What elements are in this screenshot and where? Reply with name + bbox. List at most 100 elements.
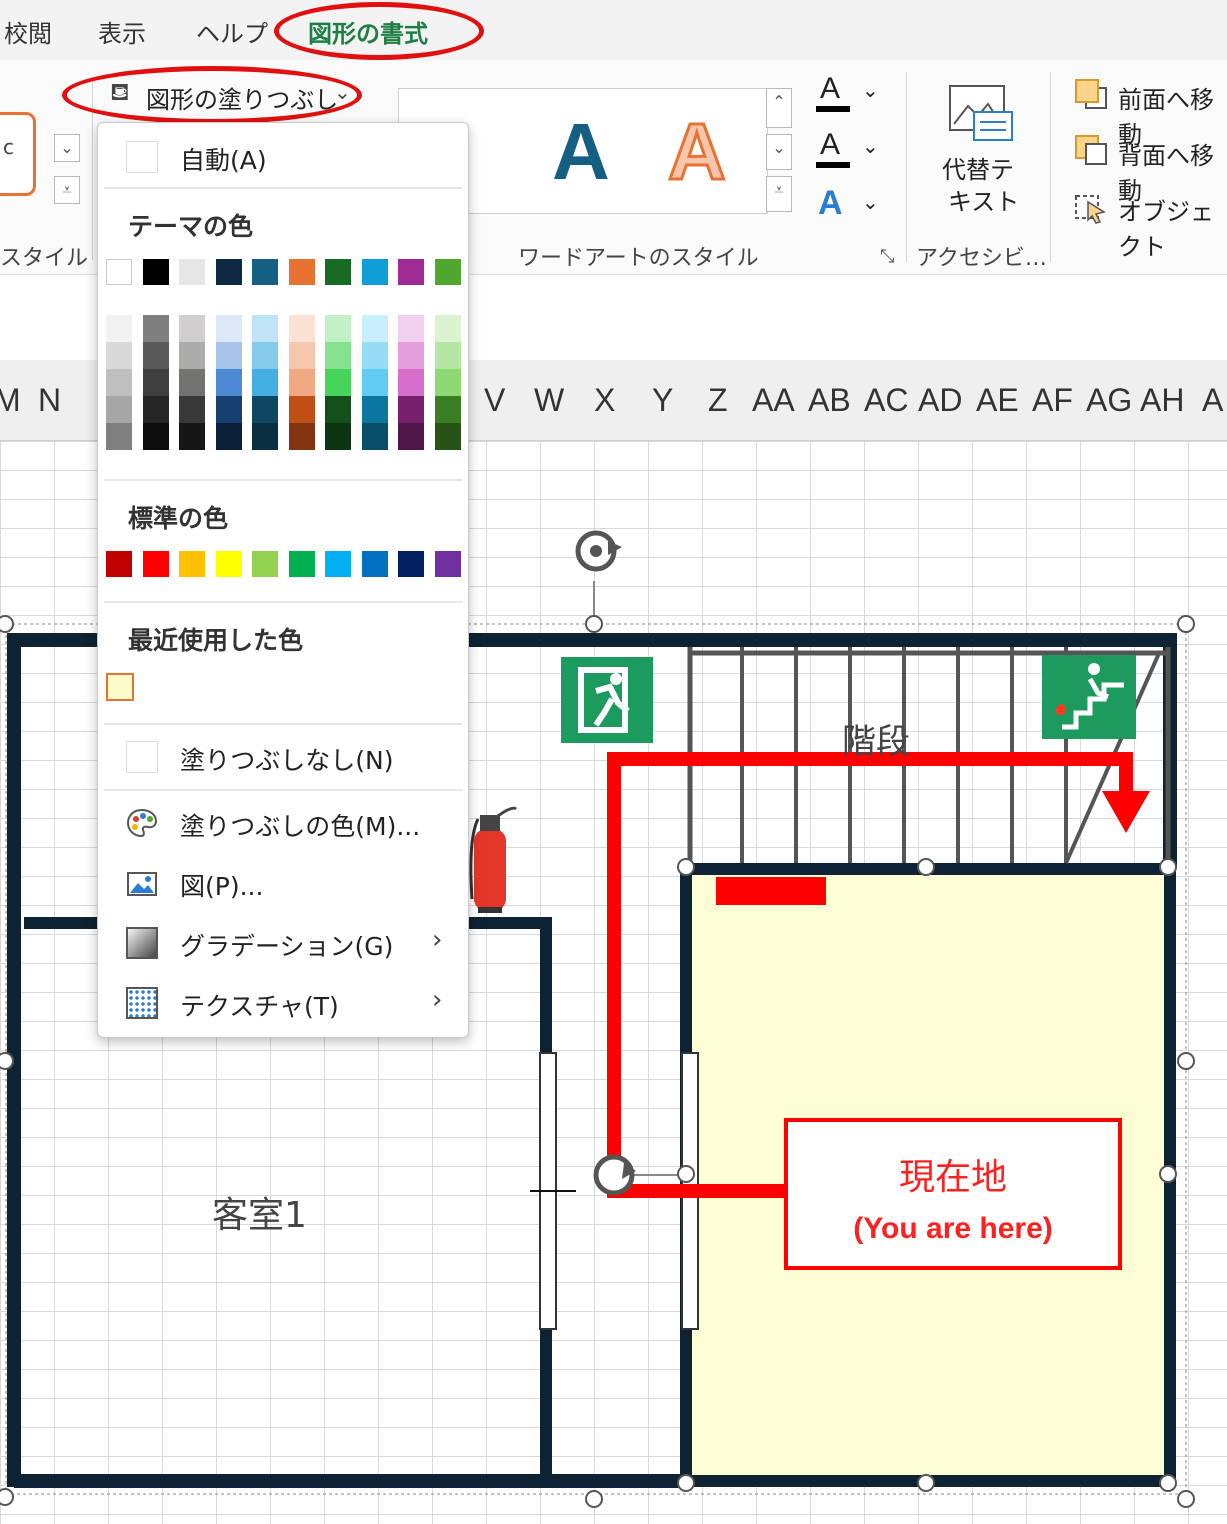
column-header[interactable]: AB xyxy=(808,382,851,419)
text-fill-button[interactable]: A ⌄ xyxy=(812,72,882,116)
theme-shade-swatch[interactable] xyxy=(361,369,388,396)
theme-shade-swatch[interactable] xyxy=(179,342,205,369)
menu-item-auto[interactable]: 自動(A) xyxy=(98,129,468,185)
theme-shade-swatch[interactable] xyxy=(325,342,351,369)
theme-shade-swatch[interactable] xyxy=(288,396,315,423)
column-header[interactable]: A xyxy=(1202,382,1223,419)
theme-shade-swatch[interactable] xyxy=(142,315,169,342)
style-scroll-down-button[interactable]: ⌄ xyxy=(54,134,80,162)
theme-shade-swatch[interactable] xyxy=(361,315,388,342)
theme-shade-swatch[interactable] xyxy=(434,315,461,342)
theme-shade-swatch[interactable] xyxy=(106,342,132,369)
resize-handle[interactable] xyxy=(1177,1052,1195,1070)
resize-handle[interactable] xyxy=(585,615,603,633)
theme-color-swatch[interactable] xyxy=(361,259,388,285)
theme-color-swatch[interactable] xyxy=(142,259,169,285)
column-header[interactable]: AD xyxy=(918,382,962,419)
column-header[interactable]: V xyxy=(484,382,505,419)
theme-shade-swatch[interactable] xyxy=(325,423,351,450)
column-header[interactable]: AG xyxy=(1086,382,1132,419)
theme-shade-swatch[interactable] xyxy=(398,396,424,423)
theme-shade-swatch[interactable] xyxy=(325,369,351,396)
standard-color-swatch[interactable] xyxy=(142,551,169,577)
theme-shade-swatch[interactable] xyxy=(142,369,169,396)
standard-color-swatch[interactable] xyxy=(398,551,424,577)
theme-shade-swatch[interactable] xyxy=(142,342,169,369)
theme-color-swatch[interactable] xyxy=(288,259,315,285)
theme-shade-swatch[interactable] xyxy=(179,315,205,342)
current-location-callout[interactable]: 現在地 (You are here) xyxy=(784,1118,1122,1270)
standard-color-swatch[interactable] xyxy=(434,551,461,577)
theme-shade-swatch[interactable] xyxy=(398,369,424,396)
standard-color-swatch[interactable] xyxy=(361,551,388,577)
theme-shade-swatch[interactable] xyxy=(106,423,132,450)
theme-shade-swatch[interactable] xyxy=(215,396,242,423)
theme-shade-swatch[interactable] xyxy=(398,315,424,342)
send-backward-button[interactable]: 背面へ移動 xyxy=(1074,134,1227,205)
resize-handle[interactable] xyxy=(677,1474,695,1492)
theme-shade-swatch[interactable] xyxy=(106,369,132,396)
theme-shade-swatch[interactable] xyxy=(434,369,461,396)
shape-style-preview[interactable]: c xyxy=(0,112,36,196)
column-header[interactable]: AF xyxy=(1032,382,1073,419)
resize-handle[interactable] xyxy=(677,858,695,876)
column-header[interactable]: AC xyxy=(864,382,908,419)
theme-shade-swatch[interactable] xyxy=(288,342,315,369)
theme-shade-swatch[interactable] xyxy=(252,369,278,396)
theme-shade-swatch[interactable] xyxy=(288,315,315,342)
theme-color-swatch[interactable] xyxy=(325,259,351,285)
theme-shade-swatch[interactable] xyxy=(179,396,205,423)
resize-handle[interactable] xyxy=(1177,1490,1195,1508)
column-header[interactable]: AE xyxy=(976,382,1019,419)
rotate-handle-icon[interactable] xyxy=(593,1154,636,1196)
theme-shade-swatch[interactable] xyxy=(106,315,132,342)
theme-shade-swatch[interactable] xyxy=(252,342,278,369)
theme-shade-swatch[interactable] xyxy=(288,369,315,396)
theme-shade-swatch[interactable] xyxy=(215,369,242,396)
theme-shade-swatch[interactable] xyxy=(179,369,205,396)
resize-handle[interactable] xyxy=(1177,615,1195,633)
column-header[interactable]: AH xyxy=(1140,382,1184,419)
tab-review[interactable]: 校閲 xyxy=(4,14,52,49)
style-more-button[interactable]: ⩡ xyxy=(54,176,80,204)
wordart-scroll-down-button[interactable]: ⌄ xyxy=(766,134,792,170)
resize-handle[interactable] xyxy=(917,858,935,876)
theme-shade-swatch[interactable] xyxy=(361,342,388,369)
column-header[interactable]: X xyxy=(594,382,615,419)
theme-shade-swatch[interactable] xyxy=(434,396,461,423)
menu-item-no-fill[interactable]: 塗りつぶしなし(N) xyxy=(98,729,468,785)
theme-color-swatch[interactable] xyxy=(398,259,424,285)
wordart-more-button[interactable]: ⩡ xyxy=(766,176,792,212)
column-header[interactable]: W xyxy=(534,382,564,419)
theme-shade-swatch[interactable] xyxy=(252,396,278,423)
bring-forward-button[interactable]: 前面へ移動 xyxy=(1074,78,1227,149)
resize-handle[interactable] xyxy=(1159,1474,1177,1492)
theme-shade-swatch[interactable] xyxy=(179,423,205,450)
standard-color-swatch[interactable] xyxy=(106,551,132,577)
rotate-handle-icon[interactable] xyxy=(575,530,622,572)
menu-item-gradient[interactable]: グラデーション(G) › xyxy=(98,915,468,971)
theme-shade-swatch[interactable] xyxy=(142,396,169,423)
theme-shade-swatch[interactable] xyxy=(361,423,388,450)
theme-color-swatch[interactable] xyxy=(106,259,132,285)
resize-handle[interactable] xyxy=(917,1474,935,1492)
wordart-orange[interactable]: A xyxy=(667,106,728,198)
theme-shade-swatch[interactable] xyxy=(215,342,242,369)
theme-shade-swatch[interactable] xyxy=(288,423,315,450)
theme-shade-swatch[interactable] xyxy=(325,315,351,342)
column-header[interactable]: AA xyxy=(752,382,795,419)
theme-shade-swatch[interactable] xyxy=(215,423,242,450)
standard-color-swatch[interactable] xyxy=(288,551,315,577)
wordart-scroll-up-button[interactable]: ⌃ xyxy=(766,88,792,128)
dialog-launcher-icon[interactable]: ⤡ xyxy=(880,246,894,267)
recent-color-swatch[interactable] xyxy=(106,673,134,701)
theme-color-swatch[interactable] xyxy=(434,259,461,285)
column-header[interactable]: Z xyxy=(708,382,728,419)
theme-shade-swatch[interactable] xyxy=(106,396,132,423)
theme-color-swatch[interactable] xyxy=(179,259,205,285)
theme-shade-swatch[interactable] xyxy=(325,396,351,423)
standard-color-swatch[interactable] xyxy=(215,551,242,577)
theme-color-swatch[interactable] xyxy=(252,259,278,285)
resize-handle[interactable] xyxy=(1159,858,1177,876)
theme-shade-swatch[interactable] xyxy=(252,423,278,450)
